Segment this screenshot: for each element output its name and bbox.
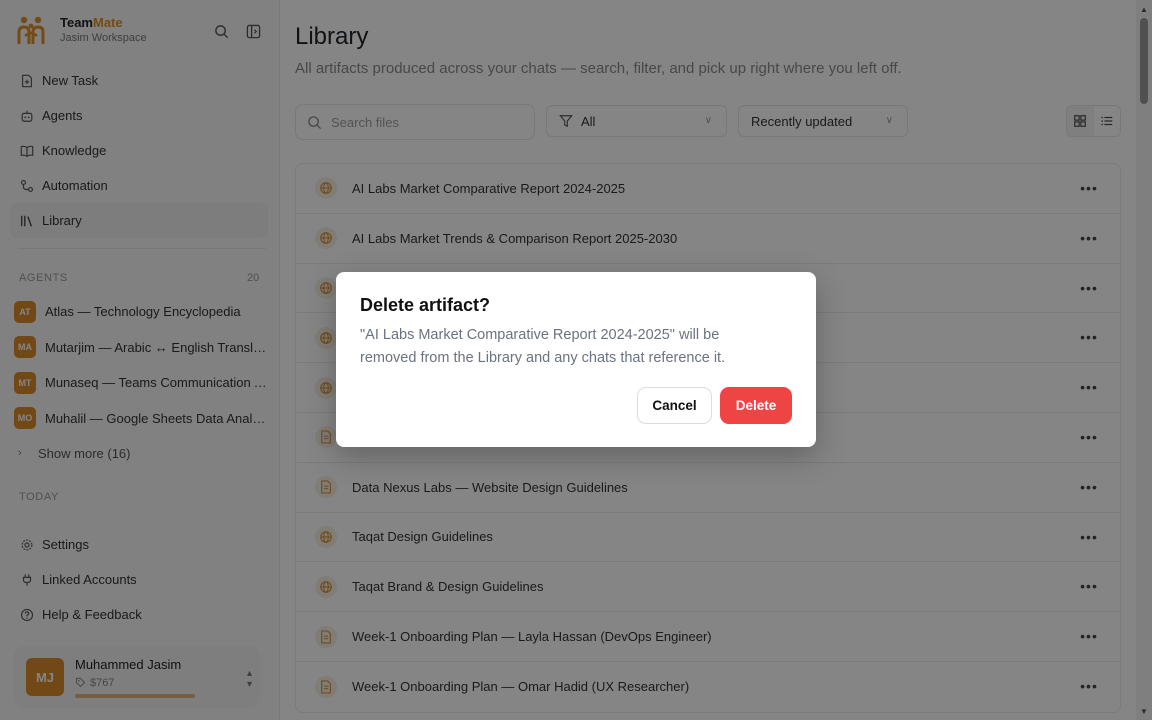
dialog-message: "AI Labs Market Comparative Report 2024-…	[360, 327, 726, 366]
delete-button[interactable]: Delete	[720, 387, 792, 424]
delete-artifact-dialog: Delete artifact? "AI Labs Market Compara…	[336, 272, 816, 447]
cancel-button[interactable]: Cancel	[637, 387, 712, 424]
dialog-title: Delete artifact?	[360, 295, 491, 315]
